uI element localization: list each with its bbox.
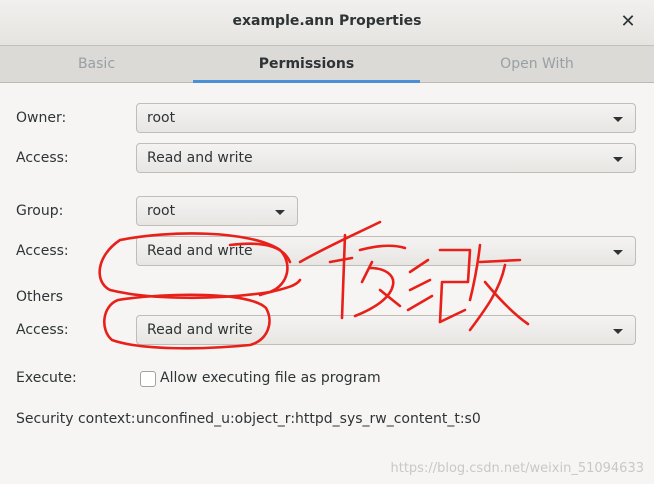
- permissions-panel: Owner: root Access: Read and write Group…: [0, 83, 654, 484]
- close-icon[interactable]: ✕: [616, 10, 640, 34]
- group-label: Group:: [16, 203, 64, 219]
- owner-access-value: Read and write: [147, 150, 253, 166]
- owner-value: root: [147, 110, 176, 126]
- tab-basic[interactable]: Basic: [0, 46, 193, 82]
- others-label: Others: [16, 289, 64, 305]
- tab-permissions[interactable]: Permissions: [193, 46, 420, 83]
- owner-combo[interactable]: root: [136, 103, 636, 133]
- group-access-combo[interactable]: Read and write: [136, 236, 636, 266]
- window-title: example.ann Properties: [232, 13, 422, 29]
- others-access-value: Read and write: [147, 322, 253, 338]
- owner-access-label: Access:: [16, 150, 69, 166]
- title-bar: example.ann Properties ✕: [0, 0, 654, 46]
- security-context-value: unconfined_u:object_r:httpd_sys_rw_conte…: [136, 411, 481, 427]
- security-context-label: Security context:: [16, 411, 136, 427]
- others-access-label: Access:: [16, 322, 69, 338]
- others-access-combo[interactable]: Read and write: [136, 315, 636, 345]
- chevron-down-icon: [613, 117, 623, 122]
- chevron-down-icon: [613, 250, 623, 255]
- watermark: https://blog.csdn.net/weixin_51094633: [390, 461, 644, 476]
- group-value: root: [147, 203, 176, 219]
- tab-bar: Basic Permissions Open With: [0, 46, 654, 83]
- group-access-label: Access:: [16, 243, 69, 259]
- chevron-down-icon: [275, 210, 285, 215]
- group-combo[interactable]: root: [136, 196, 298, 226]
- group-access-value: Read and write: [147, 243, 253, 259]
- tab-open-with[interactable]: Open With: [420, 46, 654, 82]
- execute-label: Execute:: [16, 370, 77, 386]
- chevron-down-icon: [613, 329, 623, 334]
- execute-checkbox[interactable]: [140, 371, 156, 387]
- owner-access-combo[interactable]: Read and write: [136, 143, 636, 173]
- owner-label: Owner:: [16, 110, 67, 126]
- chevron-down-icon: [613, 157, 623, 162]
- execute-checkbox-label[interactable]: Allow executing file as program: [160, 370, 381, 386]
